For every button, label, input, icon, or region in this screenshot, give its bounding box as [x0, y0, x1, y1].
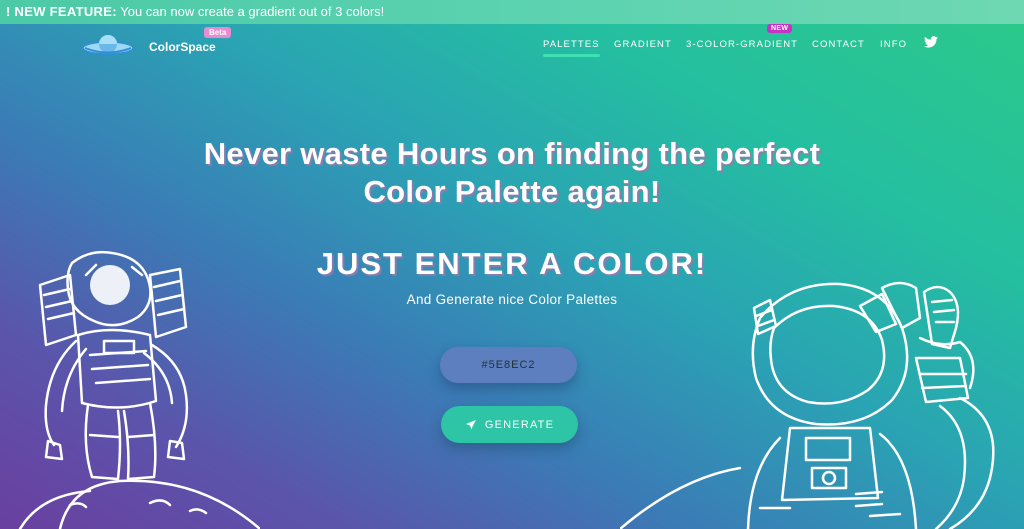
generate-button[interactable]: GENERATE [441, 406, 578, 443]
rocket-icon [465, 419, 476, 429]
nav-gradient[interactable]: GRADIENT [614, 39, 672, 50]
color-input[interactable] [440, 347, 577, 383]
generate-label: GENERATE [484, 418, 555, 431]
headline-line-2: Color Palette again! [363, 174, 661, 209]
banner-prefix: ! NEW FEATURE: [6, 4, 117, 19]
nav-info[interactable]: INFO [880, 39, 907, 50]
nav-3-color-gradient[interactable]: 3-COLOR-GRADIENT [686, 39, 798, 50]
brand-name: ColorSpace [149, 40, 216, 54]
planet-icon [82, 35, 134, 55]
astronaut-right-illustration [620, 281, 995, 529]
headline-line-1: Never waste Hours on finding the perfect [203, 136, 821, 171]
brand-logo[interactable]: ColorSpace Beta [80, 27, 240, 63]
subheading: JUST ENTER A COLOR! [316, 246, 708, 281]
nav-palettes[interactable]: PALETTES [543, 39, 600, 57]
feature-banner: ! NEW FEATURE: You can now create a grad… [0, 0, 1024, 24]
astronaut-left-illustration [18, 250, 260, 529]
banner-message: You can now create a gradient out of 3 c… [120, 4, 385, 19]
twitter-icon[interactable] [924, 36, 938, 48]
new-badge: NEW [767, 24, 793, 33]
page-title: Never waste Hours on finding the perfect… [112, 135, 912, 211]
nav-contact[interactable]: CONTACT [812, 39, 865, 50]
beta-badge: Beta [204, 27, 232, 38]
